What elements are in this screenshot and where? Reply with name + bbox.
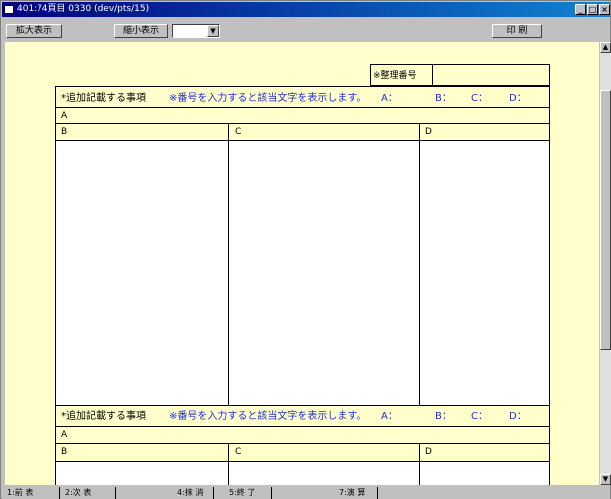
vertical-scrollbar[interactable]: ▲ ▼ xyxy=(600,42,611,485)
window-title: 401:ｱ4頁目 0330 (dev/pts/15) xyxy=(17,4,150,14)
col-b-header-2: B xyxy=(61,447,68,457)
col-d-header: D xyxy=(425,127,432,137)
function-key-bar: 1:前 表 2:次 表 4:抹 消 5:終 了 7:演 算 xyxy=(2,486,610,499)
col-c-header: C xyxy=(235,127,242,137)
col-c-header-2: C xyxy=(235,447,242,457)
scroll-down-icon[interactable]: ▼ xyxy=(600,474,611,485)
entry-c-field[interactable] xyxy=(229,141,419,405)
option-d-label-2: D： xyxy=(509,411,527,422)
close-icon[interactable]: × xyxy=(599,4,610,15)
zoom-in-button[interactable]: 拡大表示 xyxy=(6,24,62,38)
app-window: 401:ｱ4頁目 0330 (dev/pts/15) _ □ × 拡大表示 縮小… xyxy=(0,0,611,499)
minimize-icon[interactable]: _ xyxy=(575,4,586,15)
col-b-header: B xyxy=(61,127,68,137)
dropdown-arrow-icon[interactable]: ▼ xyxy=(207,25,219,37)
maximize-icon[interactable]: □ xyxy=(587,4,598,15)
col-a-header: A xyxy=(61,111,68,121)
option-b-label: B： xyxy=(435,93,452,104)
seiri-label: ※整理番号 xyxy=(373,71,417,81)
seiri-number-field[interactable] xyxy=(433,65,549,85)
f1-prev-table-key[interactable]: 1:前 表 xyxy=(4,487,60,499)
scroll-up-icon[interactable]: ▲ xyxy=(600,42,611,53)
zoom-out-button[interactable]: 縮小表示 xyxy=(114,24,168,38)
f4-delete-key[interactable]: 4:抹 消 xyxy=(174,487,214,499)
option-a-label: A： xyxy=(381,93,398,104)
entry-d-field[interactable] xyxy=(420,141,549,405)
title-bar: 401:ｱ4頁目 0330 (dev/pts/15) _ □ × xyxy=(2,2,610,17)
app-icon xyxy=(4,5,14,14)
section-title-2: *追加記載する事項 xyxy=(61,411,146,422)
entry-area-2[interactable] xyxy=(56,462,549,485)
option-d-label: D： xyxy=(509,93,527,104)
print-button[interactable]: 印 刷 xyxy=(492,24,542,38)
option-c-label-2: C： xyxy=(471,411,488,422)
option-a-label-2: A： xyxy=(381,411,398,422)
f2-next-table-key[interactable]: 2:次 表 xyxy=(62,487,116,499)
col-a-header-2: A xyxy=(61,430,68,440)
form-canvas: ※整理番号 *追加記載する事項 ※番号を入力すると該当文字を表示します。 A： … xyxy=(5,42,599,485)
section-hint-2: ※番号を入力すると該当文字を表示します。 xyxy=(169,411,367,422)
section-title: *追加記載する事項 xyxy=(61,93,146,104)
f7-calc-key[interactable]: 7:演 算 xyxy=(336,487,378,499)
option-c-label: C： xyxy=(471,93,488,104)
toolbar: 拡大表示 縮小表示 ▼ 印 刷 xyxy=(2,18,610,42)
scroll-thumb[interactable] xyxy=(600,90,611,350)
option-b-label-2: B： xyxy=(435,411,452,422)
section-hint: ※番号を入力すると該当文字を表示します。 xyxy=(169,93,367,104)
entry-b-field[interactable] xyxy=(56,141,228,405)
col-d-header-2: D xyxy=(425,447,432,457)
zoom-select[interactable]: ▼ xyxy=(172,24,220,38)
f5-exit-key[interactable]: 5:終 了 xyxy=(226,487,272,499)
